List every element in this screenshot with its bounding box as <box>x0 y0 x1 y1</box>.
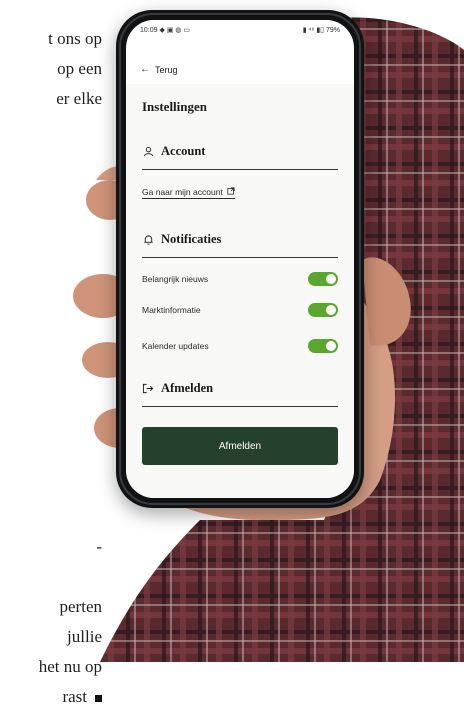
logout-heading-label: Afmelden <box>161 381 214 395</box>
logout-divider <box>142 406 338 407</box>
toggle-kalender-updates[interactable] <box>308 339 338 353</box>
logout-heading: Afmelden <box>142 381 213 396</box>
back-button[interactable]: ← Terug <box>140 64 178 75</box>
account-heading-label: Account <box>161 144 206 158</box>
notification-row-marktinformatie: Marktinformatie <box>142 303 338 317</box>
back-arrow-icon: ← <box>140 64 150 75</box>
logout-button[interactable]: Afmelden <box>142 427 338 465</box>
notifications-heading-label: Notificaties <box>161 232 222 246</box>
notifications-heading: Notificaties <box>142 232 221 247</box>
notification-label: Belangrijk nieuws <box>142 274 209 284</box>
account-link-label: Ga naar mijn account <box>142 187 223 197</box>
end-of-article-mark <box>95 694 102 702</box>
phone: 10:09 ◆ ▣ ◍ ▭ ▮ ⁴⁶ ▮▯ 79% ← Terug Instel… <box>116 10 364 508</box>
status-notification-icons: ◆ ▣ ◍ ▭ <box>159 27 191 34</box>
phone-screen: 10:09 ◆ ▣ ◍ ▭ ▮ ⁴⁶ ▮▯ 79% ← Terug Instel… <box>126 20 354 498</box>
account-divider <box>142 169 338 170</box>
account-heading: Account <box>142 144 205 159</box>
logout-icon <box>142 383 154 395</box>
notification-label: Kalender updates <box>142 341 209 351</box>
external-link-icon <box>227 187 235 197</box>
notifications-divider <box>142 257 338 258</box>
notification-label: Marktinformatie <box>142 305 201 315</box>
account-link[interactable]: Ga naar mijn account <box>142 187 235 199</box>
back-label: Terug <box>155 64 178 75</box>
status-bar: 10:09 ◆ ▣ ◍ ▭ ▮ ⁴⁶ ▮▯ 79% <box>126 20 354 40</box>
toggle-marktinformatie[interactable] <box>308 303 338 317</box>
toggle-belangrijk-nieuws[interactable] <box>308 272 338 286</box>
bell-icon <box>142 234 154 246</box>
notification-row-belangrijk-nieuws: Belangrijk nieuws <box>142 272 338 286</box>
page-title: Instellingen <box>142 99 208 114</box>
notification-row-kalender-updates: Kalender updates <box>142 339 338 353</box>
user-icon <box>142 146 154 158</box>
status-time: 10:09 <box>140 27 158 34</box>
status-battery-signal: ▮ ⁴⁶ ▮▯ 79% <box>302 27 340 34</box>
article-line: rast <box>39 682 102 712</box>
